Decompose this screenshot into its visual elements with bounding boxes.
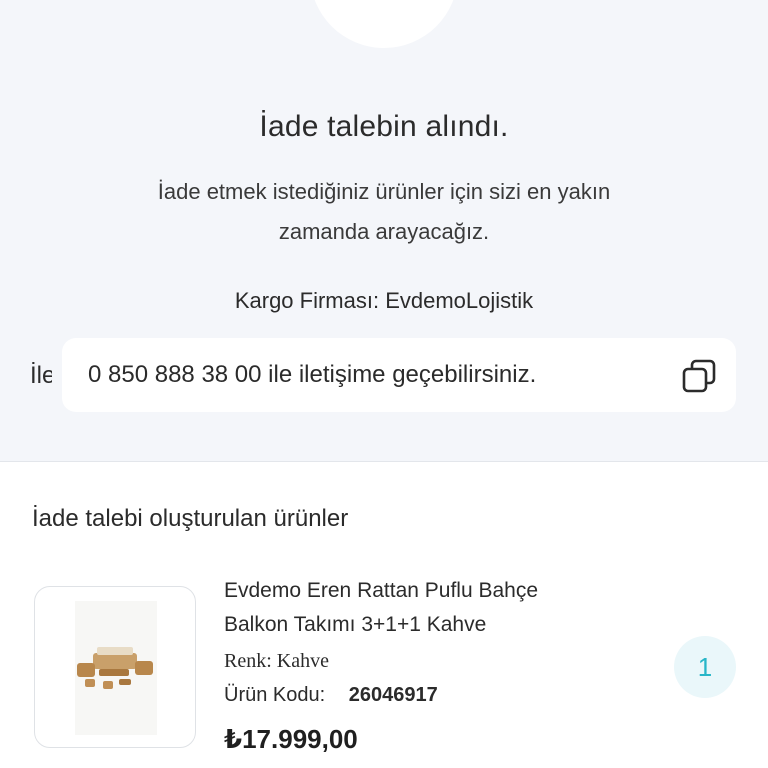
contact-peek-text: İletişim (30, 362, 52, 389)
quantity-badge: 1 (674, 636, 736, 698)
contact-phone-text: 0 850 888 38 00 ile iletişime geçebilirs… (88, 361, 537, 388)
products-section-title: İade talebi oluşturulan ürünler (32, 505, 349, 532)
page-title: İade talebin alındı. (259, 110, 509, 143)
product-color: Renk: Kahve (224, 650, 329, 672)
status-circle-icon (310, 0, 458, 48)
status-description: İade etmek istediğiniz ürünler için sizi… (84, 172, 684, 252)
description-line-1: İade etmek istediğiniz ürünler için sizi… (157, 179, 611, 204)
description-line-2: zamanda arayacağız. (278, 219, 490, 244)
copy-icon[interactable] (680, 357, 718, 395)
product-name-line-1: Evdemo Eren Rattan Puflu Bahçe (224, 579, 539, 602)
product-name[interactable]: Evdemo Eren Rattan Puflu Bahçe Balkon Ta… (224, 574, 644, 642)
product-item[interactable]: Evdemo Eren Rattan Puflu Bahçe Balkon Ta… (0, 560, 768, 768)
cargo-company: Kargo Firması: EvdemoLojistik (234, 288, 534, 313)
product-code-value: 26046917 (348, 684, 438, 706)
product-image[interactable] (34, 586, 196, 748)
product-code-label: Ürün Kodu: (224, 684, 326, 706)
rattan-set-illustration (77, 647, 153, 689)
product-name-line-2: Balkon Takımı 3+1+1 Kahve (224, 613, 487, 636)
contact-pill: 0 850 888 38 00 ile iletişime geçebilirs… (62, 338, 736, 412)
return-status-panel: İade talebin alındı. İade etmek istediği… (0, 0, 768, 462)
product-price: ₺17.999,00 (224, 724, 358, 754)
product-photo-background (75, 601, 157, 735)
product-code: Ürün Kodu: 26046917 (224, 684, 438, 707)
